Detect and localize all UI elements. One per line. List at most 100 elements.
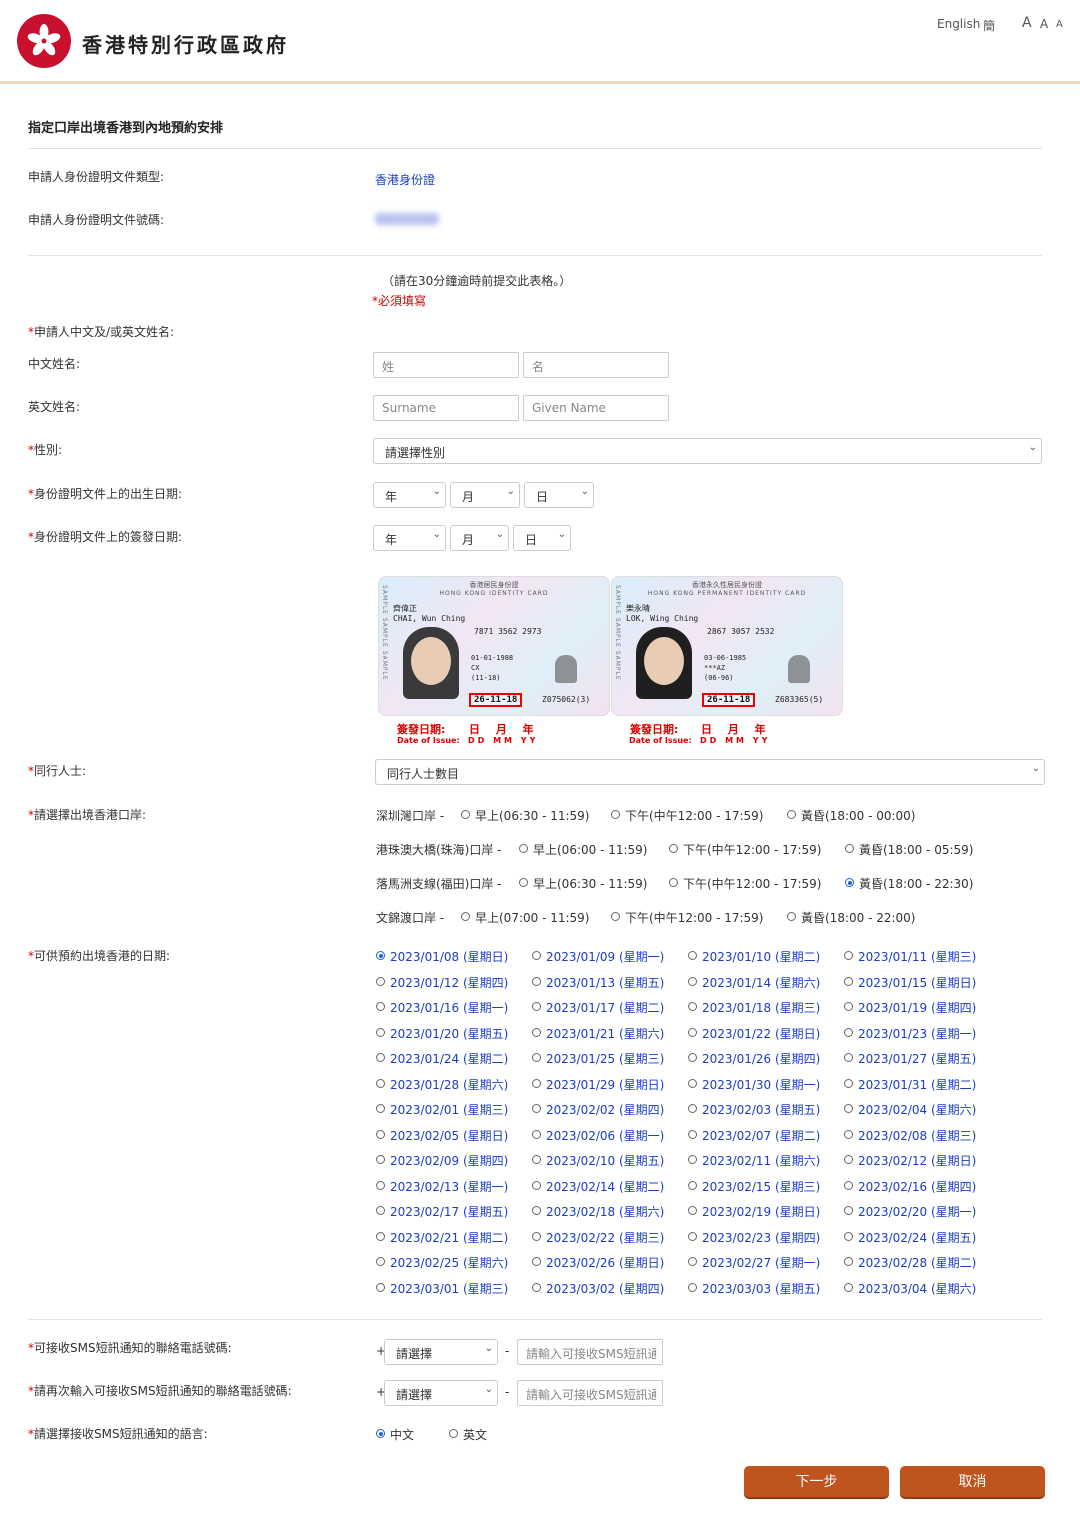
date-radio[interactable] — [376, 1027, 385, 1037]
font-size-small-button[interactable]: A — [1056, 19, 1063, 30]
port-time-radio[interactable] — [845, 878, 854, 887]
port-time-option-label[interactable]: 黃昏(18:00 - 22:30) — [859, 875, 974, 892]
issue-day-select[interactable]: 日 ⌄ — [513, 525, 571, 551]
date-option-label[interactable]: 2023/01/14 (星期六) — [702, 974, 820, 991]
date-radio[interactable] — [844, 1129, 853, 1139]
date-option-label[interactable]: 2023/02/12 (星期日) — [858, 1152, 976, 1169]
date-option-label[interactable]: 2023/01/09 (星期一) — [546, 948, 664, 965]
date-option-label[interactable]: 2023/01/16 (星期一) — [390, 999, 508, 1016]
date-radio[interactable] — [688, 1206, 697, 1215]
date-radio[interactable] — [376, 1257, 385, 1266]
date-radio[interactable] — [376, 951, 385, 960]
date-radio[interactable] — [532, 951, 541, 960]
port-time-radio[interactable] — [519, 844, 528, 853]
date-radio[interactable] — [376, 1078, 385, 1088]
issue-year-select[interactable]: 年 ⌄ — [373, 525, 446, 551]
date-radio[interactable] — [376, 1282, 385, 1292]
english-link[interactable]: English — [937, 17, 980, 31]
date-option-label[interactable]: 2023/02/13 (星期一) — [390, 1178, 508, 1195]
next-button[interactable]: 下一步 — [744, 1466, 889, 1499]
date-radio[interactable] — [376, 1231, 385, 1241]
english-surname-input[interactable]: Surname — [373, 395, 519, 421]
date-radio[interactable] — [844, 1053, 853, 1062]
date-option-label[interactable]: 2023/02/21 (星期二) — [390, 1229, 508, 1246]
date-radio[interactable] — [376, 1053, 385, 1062]
date-option-label[interactable]: 2023/03/01 (星期三) — [390, 1280, 508, 1297]
port-time-radio[interactable] — [669, 878, 678, 887]
date-radio[interactable] — [844, 1180, 853, 1190]
english-given-name-input[interactable]: Given Name — [523, 395, 669, 421]
phone-again-input[interactable]: 請輸入可接收SMS短訊通知的聯絡電話號碼 — [517, 1380, 663, 1406]
port-time-radio[interactable] — [461, 912, 470, 921]
date-option-label[interactable]: 2023/02/15 (星期三) — [702, 1178, 820, 1195]
date-option-label[interactable]: 2023/02/02 (星期四) — [546, 1101, 664, 1118]
date-option-label[interactable]: 2023/02/23 (星期四) — [702, 1229, 820, 1246]
date-radio[interactable] — [376, 976, 385, 986]
date-option-label[interactable]: 2023/03/04 (星期六) — [858, 1280, 976, 1297]
date-option-label[interactable]: 2023/01/31 (星期二) — [858, 1076, 976, 1093]
date-option-label[interactable]: 2023/01/28 (星期六) — [390, 1076, 508, 1093]
date-radio[interactable] — [376, 1104, 385, 1113]
date-option-label[interactable]: 2023/02/17 (星期五) — [390, 1203, 508, 1220]
date-option-label[interactable]: 2023/01/08 (星期日) — [390, 948, 508, 965]
date-option-label[interactable]: 2023/02/05 (星期日) — [390, 1127, 508, 1144]
date-option-label[interactable]: 2023/02/19 (星期日) — [702, 1203, 820, 1220]
port-time-option-label[interactable]: 下午(中午12:00 - 17:59) — [625, 909, 764, 926]
date-option-label[interactable]: 2023/01/15 (星期日) — [858, 974, 976, 991]
date-radio[interactable] — [688, 1180, 697, 1190]
date-radio[interactable] — [844, 976, 853, 986]
date-option-label[interactable]: 2023/02/11 (星期六) — [702, 1152, 820, 1169]
date-radio[interactable] — [376, 1129, 385, 1139]
date-radio[interactable] — [688, 976, 697, 986]
dob-year-select[interactable]: 年 ⌄ — [373, 482, 446, 508]
date-option-label[interactable]: 2023/02/06 (星期一) — [546, 1127, 664, 1144]
date-radio[interactable] — [844, 1206, 853, 1215]
date-option-label[interactable]: 2023/01/29 (星期日) — [546, 1076, 664, 1093]
date-option-label[interactable]: 2023/01/26 (星期四) — [702, 1050, 820, 1067]
date-radio[interactable] — [844, 1231, 853, 1241]
date-radio[interactable] — [688, 1002, 697, 1011]
port-time-option-label[interactable]: 早上(06:30 - 11:59) — [533, 875, 648, 892]
date-option-label[interactable]: 2023/01/22 (星期日) — [702, 1025, 820, 1042]
date-option-label[interactable]: 2023/02/03 (星期五) — [702, 1101, 820, 1118]
date-option-label[interactable]: 2023/02/01 (星期三) — [390, 1101, 508, 1118]
date-radio[interactable] — [844, 1027, 853, 1037]
date-option-label[interactable]: 2023/02/20 (星期一) — [858, 1203, 976, 1220]
date-radio[interactable] — [532, 1104, 541, 1113]
date-radio[interactable] — [844, 1078, 853, 1088]
font-size-large-button[interactable]: A — [1022, 15, 1032, 31]
sms-language-radio[interactable] — [376, 1429, 385, 1438]
phone-input[interactable]: 請輸入可接收SMS短訊通知的聯絡電話號碼 — [517, 1339, 663, 1365]
date-radio[interactable] — [688, 1104, 697, 1113]
port-time-option-label[interactable]: 黃昏(18:00 - 00:00) — [801, 807, 916, 824]
date-radio[interactable] — [688, 1257, 697, 1266]
date-option-label[interactable]: 2023/01/18 (星期三) — [702, 999, 820, 1016]
port-time-radio[interactable] — [669, 844, 678, 853]
date-radio[interactable] — [532, 1231, 541, 1241]
port-time-option-label[interactable]: 早上(06:00 - 11:59) — [533, 841, 648, 858]
date-option-label[interactable]: 2023/02/10 (星期五) — [546, 1152, 664, 1169]
port-time-radio[interactable] — [611, 810, 620, 819]
date-radio[interactable] — [532, 1282, 541, 1292]
date-radio[interactable] — [532, 1206, 541, 1215]
date-radio[interactable] — [688, 1231, 697, 1241]
port-time-radio[interactable] — [787, 810, 796, 819]
date-option-label[interactable]: 2023/01/30 (星期一) — [702, 1076, 820, 1093]
port-time-radio[interactable] — [519, 878, 528, 887]
date-radio[interactable] — [844, 1282, 853, 1292]
date-radio[interactable] — [844, 1155, 853, 1164]
date-radio[interactable] — [532, 1002, 541, 1011]
date-radio[interactable] — [532, 1027, 541, 1037]
chinese-surname-input[interactable]: 姓 — [373, 352, 519, 378]
date-option-label[interactable]: 2023/01/11 (星期三) — [858, 948, 976, 965]
date-option-label[interactable]: 2023/03/02 (星期四) — [546, 1280, 664, 1297]
dob-month-select[interactable]: 月 ⌄ — [450, 482, 520, 508]
date-radio[interactable] — [532, 1078, 541, 1088]
date-option-label[interactable]: 2023/01/17 (星期二) — [546, 999, 664, 1016]
port-time-option-label[interactable]: 下午(中午12:00 - 17:59) — [625, 807, 764, 824]
date-option-label[interactable]: 2023/02/24 (星期五) — [858, 1229, 976, 1246]
date-option-label[interactable]: 2023/02/28 (星期二) — [858, 1254, 976, 1271]
date-option-label[interactable]: 2023/01/12 (星期四) — [390, 974, 508, 991]
port-time-radio[interactable] — [845, 844, 854, 853]
date-option-label[interactable]: 2023/01/20 (星期五) — [390, 1025, 508, 1042]
